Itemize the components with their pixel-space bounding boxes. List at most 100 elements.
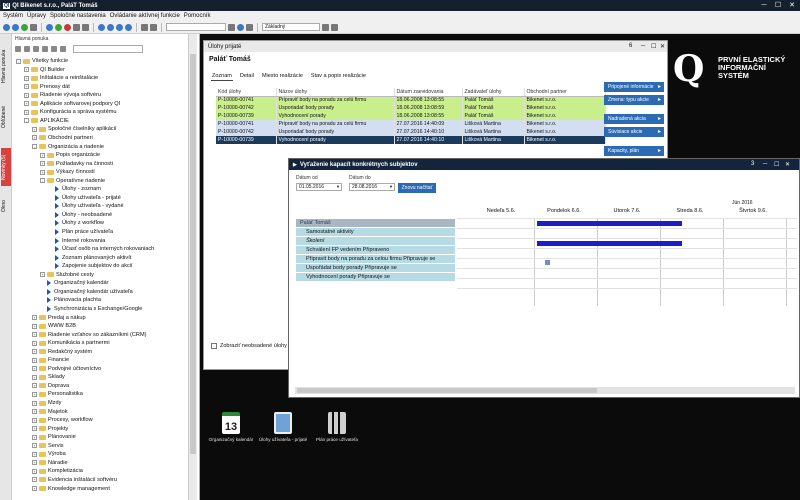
gantt-bar-samostatne[interactable] bbox=[537, 221, 682, 226]
view-combo[interactable]: Základný bbox=[262, 23, 320, 31]
refresh-menu-icon[interactable] bbox=[51, 46, 57, 52]
expand-node-icon[interactable]: + bbox=[32, 443, 37, 449]
delete-icon[interactable] bbox=[64, 23, 71, 31]
tree-item[interactable]: + Doprava bbox=[32, 382, 69, 390]
close-button[interactable]: ✕ bbox=[785, 0, 799, 11]
gantt-row-label[interactable]: Vyhodnocení porady Připravuje se bbox=[296, 273, 455, 282]
print-icon[interactable] bbox=[30, 23, 37, 31]
expand-node-icon[interactable]: + bbox=[24, 75, 29, 81]
tree-item[interactable]: - Všetky funkcie bbox=[16, 57, 68, 65]
btn-nadradena-akcia[interactable]: Nadradená akcia bbox=[604, 114, 664, 124]
tree-item[interactable]: + Servis bbox=[32, 442, 64, 450]
btn-pripojene-informacie[interactable]: Pripojené informácie bbox=[604, 82, 664, 92]
expand-node-icon[interactable]: + bbox=[32, 409, 37, 415]
gantt-row-label[interactable]: Připravit body na poradu za celou firmu … bbox=[296, 255, 455, 264]
tree-item[interactable]: + Náradie bbox=[32, 459, 68, 467]
tree-item[interactable]: + Kompletizácia bbox=[32, 467, 83, 475]
maximize-button[interactable]: ☐ bbox=[771, 0, 785, 11]
gantt-row-label[interactable]: Uspořádat body porady Připravuje se bbox=[296, 264, 455, 273]
expand-node-icon[interactable]: + bbox=[32, 315, 37, 320]
expand-node-icon[interactable]: + bbox=[32, 323, 37, 329]
tree-item[interactable]: Interné rokovania bbox=[48, 237, 105, 245]
show-unassigned-checkbox[interactable]: Zobraziť neobsadené úlohy bbox=[211, 343, 287, 349]
collapse-node-icon[interactable]: - bbox=[16, 58, 21, 64]
expand-node-icon[interactable]: + bbox=[40, 272, 45, 278]
btn-suvisiace-akcie[interactable]: Súvisiace akcie bbox=[604, 127, 664, 137]
tree-item[interactable]: Úlohy užívateľa - prijaté bbox=[48, 194, 121, 202]
menu-system[interactable]: Systém bbox=[3, 13, 23, 19]
tree-item[interactable]: Synchronizácia s Exchange/Google bbox=[40, 305, 142, 313]
menu-scrollbar[interactable] bbox=[188, 34, 197, 500]
minimize-button[interactable]: ─ bbox=[757, 0, 771, 11]
reload-button[interactable]: Znovu načítať bbox=[398, 183, 436, 193]
expand-node-icon[interactable]: + bbox=[40, 169, 45, 175]
tree-item[interactable]: + Podvojné účtovníctvo bbox=[32, 365, 101, 373]
tree-item[interactable]: + WWW B2B bbox=[32, 322, 76, 330]
expand-node-icon[interactable]: + bbox=[32, 357, 37, 363]
tree-item[interactable]: + Obchodní partneri bbox=[32, 134, 93, 142]
expand-node-icon[interactable]: + bbox=[24, 84, 29, 90]
table-row[interactable]: P-10000-00742 Usporiadať body porady 27.07… bbox=[216, 128, 606, 136]
expand-node-icon[interactable]: + bbox=[24, 109, 29, 115]
tab-miesto-realizacie[interactable]: Miesto realizácie bbox=[261, 72, 304, 81]
tab-stav-a-popis[interactable]: Stav a popis realizácie bbox=[310, 72, 367, 81]
tab-zoznam[interactable]: Zoznam bbox=[211, 72, 233, 81]
desktop-icon-plan[interactable]: Plán práce užívateľa bbox=[312, 412, 362, 442]
tree-item[interactable]: + Financie bbox=[32, 356, 69, 364]
table-row[interactable]: P-10000-00739 Vyhodnocení porady 18.06.200… bbox=[216, 112, 606, 120]
ulohy-pin-button[interactable]: 6 bbox=[629, 43, 632, 49]
expand-node-icon[interactable]: + bbox=[32, 391, 37, 397]
collapse-node-icon[interactable]: - bbox=[32, 144, 37, 149]
menu-ovladanie[interactable]: Ovládanie aktívnej funkcie bbox=[110, 13, 180, 19]
col-datum[interactable]: Dátum zaevidovania bbox=[394, 88, 463, 97]
tree-item[interactable]: + Procesy, workflow bbox=[32, 416, 93, 424]
tree-item[interactable]: + Popis organizácie bbox=[40, 151, 100, 159]
tree-item[interactable]: + Konfigurácia a správa systému bbox=[24, 108, 117, 116]
tree-item[interactable]: + Majetok bbox=[32, 408, 68, 416]
tree-item[interactable]: + Požiadavky na činnosti bbox=[40, 160, 113, 168]
tree-item[interactable]: + Inštalácie a reinštalácie bbox=[24, 74, 98, 82]
expand-node-icon[interactable]: + bbox=[32, 340, 37, 346]
tree-item[interactable]: Zapojenie subjektov do akcií bbox=[48, 262, 133, 270]
tab-oblubene[interactable]: Obľúbené bbox=[1, 100, 11, 134]
edit-icon[interactable] bbox=[73, 23, 80, 31]
tree-item[interactable]: + Sklady bbox=[32, 373, 65, 381]
collapse-node-icon[interactable]: - bbox=[24, 118, 29, 124]
refresh-icon[interactable] bbox=[21, 23, 28, 31]
desktop-icon-ulohy[interactable]: Úlohy užívateľa - prijaté bbox=[258, 412, 308, 442]
add-icon[interactable] bbox=[55, 23, 62, 31]
tree-item[interactable]: + Prenosy dát bbox=[24, 83, 70, 91]
expand-icon[interactable] bbox=[24, 46, 30, 52]
vytazenie-maximize-button[interactable]: ☐ bbox=[774, 161, 779, 168]
tree-item[interactable]: Plánovacia plachta bbox=[40, 296, 101, 304]
expand-node-icon[interactable]: + bbox=[32, 434, 37, 440]
last-record-icon[interactable] bbox=[125, 23, 132, 31]
tree-item[interactable]: + Plánovanie bbox=[32, 433, 76, 441]
expand-node-icon[interactable]: + bbox=[32, 417, 37, 423]
tree-item[interactable]: + Riadenie vývoja softvéru bbox=[24, 91, 101, 99]
tree-item[interactable]: Úlohy z workflow bbox=[48, 219, 104, 227]
expand-node-icon[interactable]: + bbox=[32, 486, 37, 491]
tree-item[interactable]: + Aplikácie softvarovej podpory QI bbox=[24, 100, 120, 108]
save-icon[interactable] bbox=[141, 23, 148, 31]
tree-item[interactable]: + Knowledge management bbox=[32, 485, 110, 493]
tree-item[interactable]: + Výkazy činností bbox=[40, 168, 95, 176]
tree-item[interactable]: Organizačný kalendár bbox=[40, 279, 108, 287]
tree-item[interactable]: + Riadenie vzťahov so zákazníkmi (CRM) bbox=[32, 331, 146, 339]
tree-item[interactable]: - Operatívne riadenie bbox=[40, 177, 105, 185]
expand-node-icon[interactable]: + bbox=[32, 426, 37, 432]
ulohy-minimize-button[interactable]: ─ bbox=[641, 43, 645, 49]
settings-icon[interactable] bbox=[60, 46, 66, 52]
menu-pomocnik[interactable]: Pomocník bbox=[184, 13, 211, 19]
tree-item[interactable]: + Spoločné číselníky aplikácií bbox=[32, 125, 116, 133]
expand-node-icon[interactable]: + bbox=[32, 468, 37, 474]
tab-detail[interactable]: Detail bbox=[239, 72, 255, 81]
tab-novinky[interactable]: Novinky (5) bbox=[1, 148, 11, 186]
collapse-icon[interactable] bbox=[15, 46, 21, 52]
desktop-icon-kalendar[interactable]: 13 Organizačný kalendár bbox=[206, 412, 256, 442]
expand-node-icon[interactable]: + bbox=[32, 383, 37, 389]
expand-node-icon[interactable]: + bbox=[32, 366, 37, 372]
menu-upravy[interactable]: Úpravy bbox=[27, 13, 46, 19]
btn-zmena-typu-akcie[interactable]: Zmena: typu akcie bbox=[604, 95, 664, 105]
expand-node-icon[interactable]: + bbox=[32, 332, 37, 338]
